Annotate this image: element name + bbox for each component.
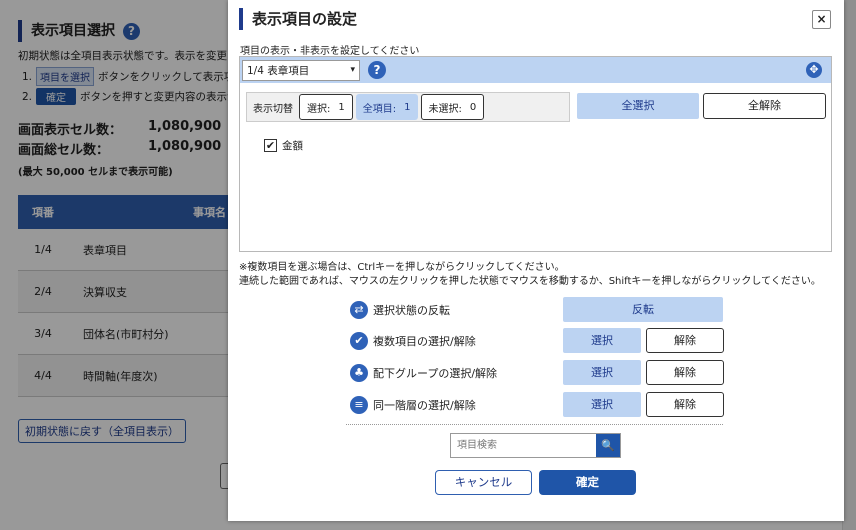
invert-button[interactable]: 反転 [563,297,723,322]
subgroup-select-button[interactable]: 選択 [563,360,641,385]
item-search: 🔍 [450,433,621,458]
confirm-button[interactable]: 確定 [539,470,636,495]
panel-toolbar: 1/4 表章項目 ▾ ? ✥ [240,57,831,83]
expand-icon[interactable]: ✥ [806,62,822,78]
select-all-button[interactable]: 全選択 [577,93,699,119]
multi-deselect-button[interactable]: 解除 [646,328,724,353]
hierarchy-icon: ♣ [350,363,368,382]
chevron-down-icon: ▾ [350,65,355,75]
unselected-filter[interactable]: 未選択: 0 [420,94,485,120]
list-item[interactable]: ✔ 金額 [264,138,303,153]
samelevel-deselect-button[interactable]: 解除 [646,392,724,417]
search-input[interactable] [451,434,596,457]
usage-note: ※複数項目を選ぶ場合は、Ctrlキーを押しながらクリックしてください。 連続した… [239,262,821,287]
toggle-label: 表示切替 [253,103,293,115]
swap-icon: ⇄ [350,300,368,319]
check-icon: ✔ [350,331,368,350]
settings-dialog: 表示項目の設定 × 項目の表示・非表示を設定してください 1/4 表章項目 ▾ … [228,0,844,521]
all-filter[interactable]: 全項目: 1 [355,94,418,120]
samelevel-select-button[interactable]: 選択 [563,392,641,417]
cancel-button[interactable]: キャンセル [435,470,532,495]
op-subgroup: ♣ 配下グループの選択/解除 選択 解除 [350,360,725,385]
dialog-subtitle: 項目の表示・非表示を設定してください [240,46,420,57]
checkbox[interactable]: ✔ [264,139,277,152]
subgroup-deselect-button[interactable]: 解除 [646,360,724,385]
list-icon: ≡ [350,395,368,414]
help-icon[interactable]: ? [368,61,386,79]
display-toggle: 表示切替 選択: 1 全項目: 1 未選択: 0 [246,92,570,122]
multi-select-button[interactable]: 選択 [563,328,641,353]
item-label: 金額 [282,140,303,152]
op-multi: ✔ 複数項目の選択/解除 選択 解除 [350,328,725,353]
selected-filter[interactable]: 選択: 1 [299,94,353,120]
divider [346,424,723,425]
close-button[interactable]: × [812,10,831,29]
category-select[interactable]: 1/4 表章項目 ▾ [242,59,360,81]
dialog-title: 表示項目の設定 [239,8,357,30]
op-samelevel: ≡ 同一階層の選択/解除 選択 解除 [350,392,725,417]
search-icon[interactable]: 🔍 [596,434,620,457]
clear-all-button[interactable]: 全解除 [703,93,826,119]
item-panel: 1/4 表章項目 ▾ ? ✥ 表示切替 選択: 1 全項目: 1 未選択: 0 … [239,56,832,252]
op-invert: ⇄ 選択状態の反転 反転 [350,297,725,322]
